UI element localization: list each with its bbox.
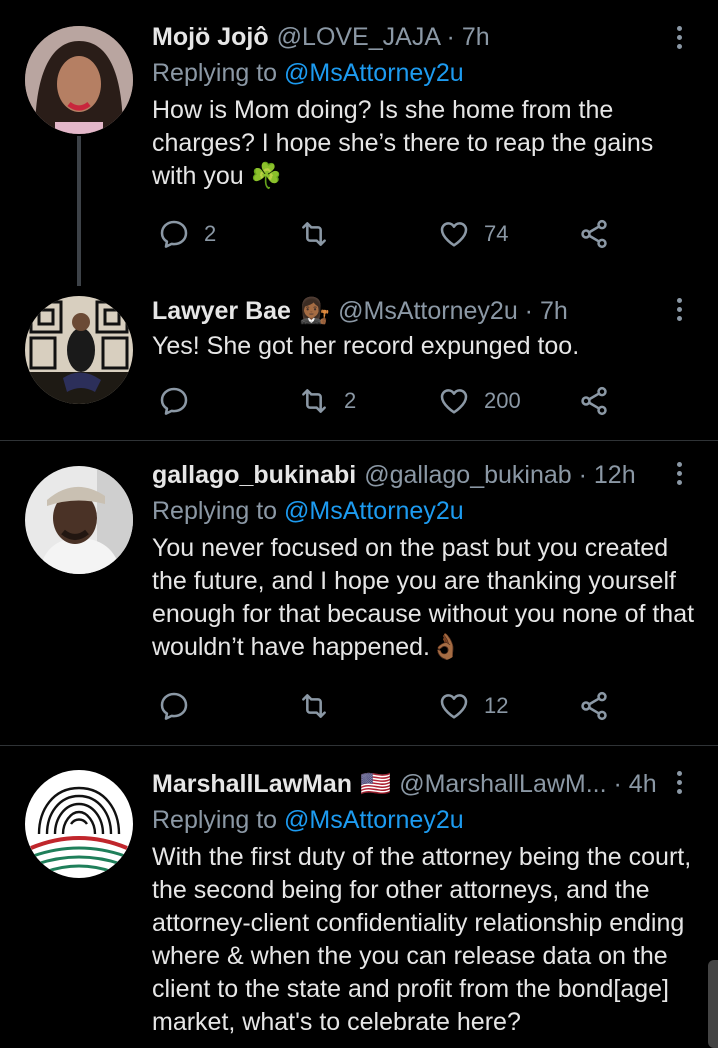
scrollbar[interactable] — [708, 960, 718, 1048]
divider — [0, 745, 718, 746]
tweet-actions: 2 200 — [152, 381, 622, 421]
retweet-icon — [302, 389, 326, 413]
replying-to: Replying to @MsAttorney2u — [152, 59, 464, 87]
more-options-icon[interactable] — [674, 462, 684, 485]
mention-link[interactable]: @MsAttorney2u — [284, 59, 464, 87]
us-flag-emoji: 🇺🇸 — [360, 770, 392, 798]
heart-icon — [440, 222, 468, 247]
share-icon — [581, 219, 607, 249]
retweet-icon — [302, 694, 326, 718]
avatar[interactable] — [25, 770, 133, 878]
handle-and-time[interactable]: @MarshallLawM... · 4h — [399, 767, 656, 801]
heart-icon — [440, 694, 468, 719]
heart-icon — [440, 389, 468, 414]
like-button[interactable]: 74 — [438, 214, 508, 254]
reply-icon — [160, 220, 188, 248]
mention-link[interactable]: @MsAttorney2u — [284, 497, 464, 525]
reply-button[interactable] — [158, 686, 204, 726]
tweet-header: Mojö Jojô @LOVE_JAJA · 7h — [152, 20, 697, 54]
more-options-icon[interactable] — [674, 771, 684, 794]
ok-hand-emoji: 👌🏾 — [430, 633, 462, 661]
shamrock-emoji: ☘️ — [250, 162, 282, 190]
reply-button[interactable]: 2 — [158, 214, 216, 254]
display-name[interactable]: gallago_bukinabi — [152, 458, 356, 492]
tweet-header: Lawyer Bae 👩🏾‍⚖️ @MsAttorney2u · 7h — [152, 294, 697, 328]
divider — [0, 440, 718, 441]
retweet-button[interactable] — [298, 214, 344, 254]
tweet-text: You never focused on the past but you cr… — [152, 534, 695, 661]
handle-and-time[interactable]: @LOVE_JAJA · 7h — [277, 20, 490, 54]
retweet-button[interactable]: 2 — [298, 381, 356, 421]
retweet-button[interactable] — [298, 686, 344, 726]
handle-and-time[interactable]: @MsAttorney2u · 7h — [338, 294, 568, 328]
tweet-text: How is Mom doing? Is she home from the c… — [152, 96, 654, 190]
more-options-icon[interactable] — [674, 26, 684, 49]
tweet-actions: 2 74 — [152, 214, 622, 254]
like-count: 12 — [484, 693, 509, 718]
display-name[interactable]: MarshallLawMan — [152, 767, 352, 801]
judge-badge-emoji: 👩🏾‍⚖️ — [298, 297, 331, 325]
like-button[interactable]: 200 — [438, 381, 521, 421]
avatar[interactable] — [25, 466, 133, 574]
tweet-actions: 12 — [152, 686, 622, 726]
like-count: 200 — [484, 388, 521, 413]
replying-to: Replying to @MsAttorney2u — [152, 497, 464, 525]
retweet-count: 2 — [344, 388, 357, 413]
display-name[interactable]: Mojö Jojô — [152, 20, 269, 54]
like-count: 74 — [484, 221, 509, 246]
display-name[interactable]: Lawyer Bae — [152, 294, 291, 328]
tweet-text: With the first duty of the attorney bein… — [152, 843, 692, 1036]
share-button[interactable] — [578, 686, 610, 726]
handle-and-time[interactable]: @gallago_bukinab · 12h — [364, 458, 635, 492]
replying-to: Replying to @MsAttorney2u — [152, 806, 464, 834]
share-button[interactable] — [578, 381, 610, 421]
reply-icon — [160, 692, 188, 720]
share-icon — [581, 386, 607, 416]
mention-link[interactable]: @MsAttorney2u — [284, 806, 464, 834]
thread-connector-line — [77, 136, 81, 286]
reply-count: 2 — [204, 221, 217, 246]
avatar[interactable] — [25, 296, 133, 404]
retweet-icon — [302, 222, 326, 246]
reply-icon — [160, 387, 188, 415]
more-options-icon[interactable] — [674, 298, 684, 321]
reply-button[interactable] — [158, 381, 204, 421]
like-button[interactable]: 12 — [438, 686, 508, 726]
tweet-header: MarshallLawMan 🇺🇸 @MarshallLawM... · 4h — [152, 767, 697, 801]
avatar[interactable] — [25, 26, 133, 134]
tweet-text: Yes! She got her record expunged too. — [152, 332, 580, 360]
tweet-header: gallago_bukinabi @gallago_bukinab · 12h — [152, 458, 697, 492]
share-button[interactable] — [578, 214, 610, 254]
share-icon — [581, 691, 607, 721]
